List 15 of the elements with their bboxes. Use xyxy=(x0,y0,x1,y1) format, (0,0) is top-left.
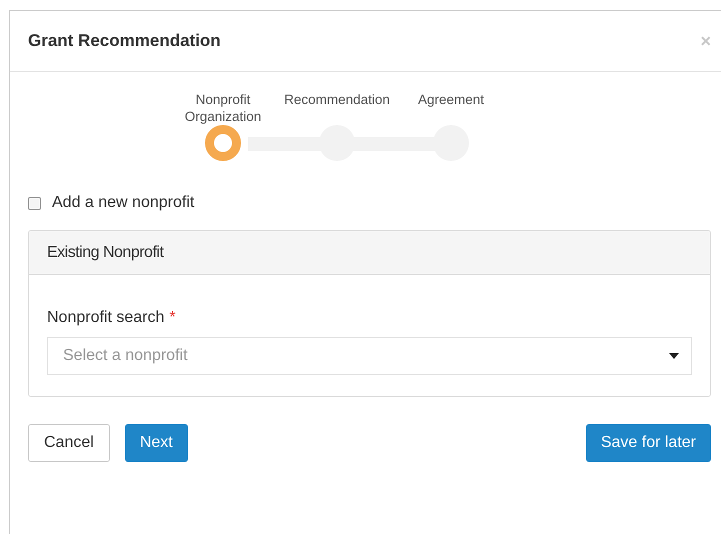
panel-title: Existing Nonprofit xyxy=(47,242,164,262)
step-label: Agreement xyxy=(416,91,486,109)
nonprofit-select[interactable]: Select a nonprofit xyxy=(47,337,692,375)
dialog-button[interactable]: Save for later xyxy=(586,424,711,462)
step-label: Recommendation xyxy=(283,91,391,109)
step-label: Nonprofit Organization xyxy=(184,91,262,126)
checkbox[interactable] xyxy=(28,196,41,210)
caret-icon xyxy=(669,353,679,359)
field-label: Nonprofit search xyxy=(47,308,164,328)
checkbox-label: Add a new nonprofit xyxy=(52,193,194,213)
dialog-button[interactable]: Next xyxy=(124,424,188,462)
required-mark: * xyxy=(169,308,176,328)
dialog-button[interactable]: Cancel xyxy=(28,424,110,462)
dialog-title: Grant Recommendation xyxy=(28,30,221,52)
select-placeholder: Select a nonprofit xyxy=(63,346,188,366)
